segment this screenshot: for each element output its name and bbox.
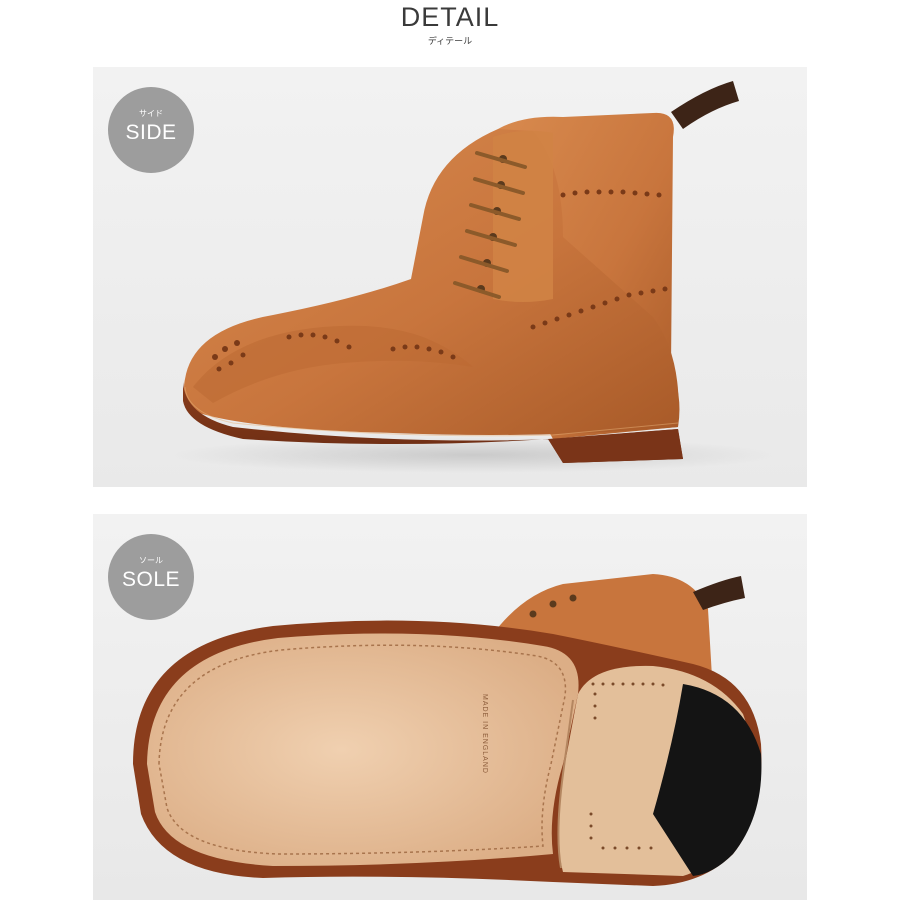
side-badge-label: SIDE [125, 121, 177, 144]
sole-badge: ソール SOLE [108, 534, 194, 620]
boot-sole-photo: MADE IN ENGLAND [93, 514, 807, 900]
page-header: DETAIL ディテール [0, 0, 900, 60]
boot-side-photo [93, 67, 807, 487]
side-badge-sub: サイド [139, 109, 163, 118]
sole-view-panel: MADE IN ENGLAND ソール SOLE [93, 514, 807, 900]
side-badge: サイド SIDE [108, 87, 194, 173]
side-view-panel: サイド SIDE [93, 67, 807, 487]
sole-stamp-text: MADE IN ENGLAND [481, 694, 488, 774]
page-subtitle: ディテール [427, 36, 473, 46]
sole-badge-sub: ソール [139, 556, 163, 565]
page-title: DETAIL [400, 2, 500, 32]
sole-badge-label: SOLE [121, 568, 181, 591]
